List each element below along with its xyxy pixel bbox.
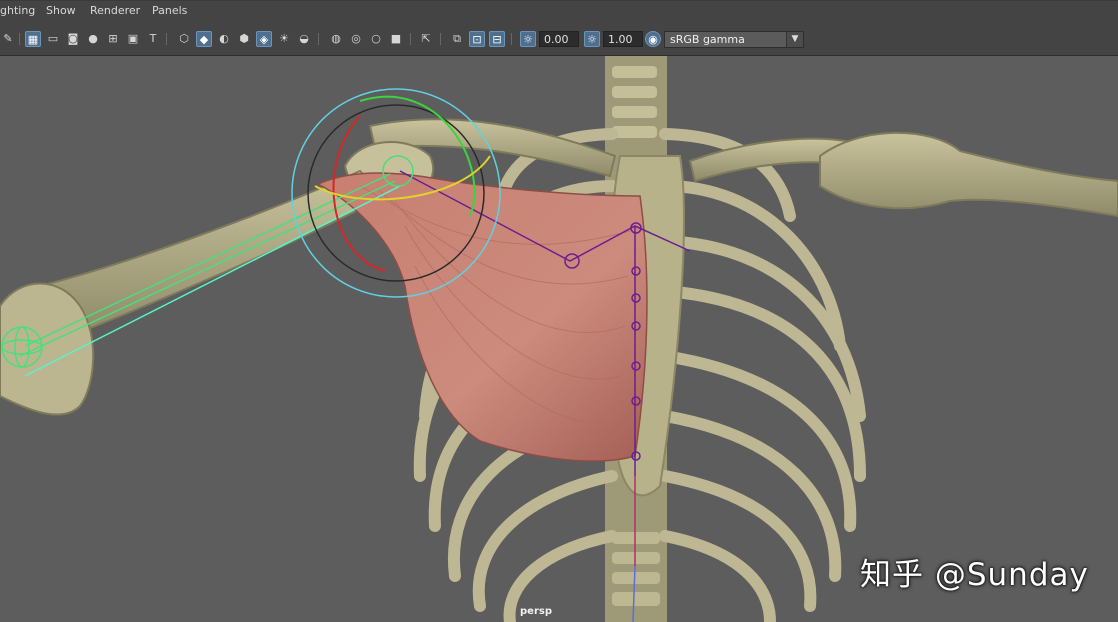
wireframe-on-shaded-icon[interactable]: ⬢ (236, 31, 252, 47)
maya-window: ghting Show Renderer Panels ✎ ▦ ▭ ◙ ● ⊞ … (0, 0, 1118, 622)
viewport-scene[interactable] (0, 56, 1118, 622)
viewport-menubar: ghting Show Renderer Panels (0, 0, 1118, 22)
resolution-gate-icon[interactable]: ◙ (65, 31, 81, 47)
safe-title-icon[interactable]: T (145, 31, 161, 47)
exposure-field[interactable]: 0.00 (539, 31, 579, 47)
color-space-value: sRGB gamma (670, 33, 745, 46)
film-gate-icon[interactable]: ▭ (45, 31, 61, 47)
xray-joints-icon[interactable]: ⧉ (449, 31, 465, 47)
3d-viewport[interactable] (0, 56, 1118, 622)
wireframe-icon[interactable]: ⬡ (176, 31, 192, 47)
toolbar-divider (511, 33, 512, 45)
xray-icon[interactable]: ◈ (256, 31, 272, 47)
toolbar-divider (19, 33, 20, 45)
field-chart-icon[interactable]: ⊞ (105, 31, 121, 47)
grid-icon[interactable]: ▦ (25, 31, 41, 47)
watermark: 知乎 @Sunday (860, 557, 1089, 593)
select-camera-icon[interactable]: ✎ (0, 31, 16, 47)
exposure-toggle-icon[interactable]: ☼ (520, 31, 536, 47)
rib-cage-right (659, 128, 866, 622)
camera-name: persp (520, 606, 552, 617)
view-transform-icon[interactable]: ⊟ (489, 31, 505, 47)
right-humerus (819, 131, 1118, 218)
gamma-toggle-icon[interactable]: ☼ (584, 31, 600, 47)
default-material-icon[interactable]: ◐ (216, 31, 232, 47)
xray-active-icon[interactable]: ⊡ (469, 31, 485, 47)
depth-of-field-icon[interactable]: ■ (388, 31, 404, 47)
menu-renderer[interactable]: Renderer (90, 4, 140, 17)
shadows-icon[interactable]: ◒ (296, 31, 312, 47)
gamma-field[interactable]: 1.00 (603, 31, 643, 47)
toolbar-divider (318, 33, 319, 45)
menu-lighting[interactable]: ghting (0, 4, 35, 17)
toolbar-divider (410, 33, 411, 45)
smooth-shade-icon[interactable]: ◆ (196, 31, 212, 47)
color-management-icon[interactable]: ◉ (645, 31, 661, 47)
toolbar-divider (440, 33, 441, 45)
pectoralis-major-muscle[interactable] (316, 172, 648, 462)
isolate-select-icon[interactable]: ⇱ (418, 31, 434, 47)
gate-mask-icon[interactable]: ● (85, 31, 101, 47)
menu-show[interactable]: Show (46, 4, 76, 17)
multisample-aa-icon[interactable]: ○ (368, 31, 384, 47)
motion-blur-icon[interactable]: ◎ (348, 31, 364, 47)
safe-action-icon[interactable]: ▣ (125, 31, 141, 47)
chevron-down-icon[interactable]: ▼ (786, 32, 803, 47)
color-space-dropdown[interactable]: sRGB gamma ▼ (664, 31, 804, 48)
lights-icon[interactable]: ☀ (276, 31, 292, 47)
viewport-toolbar: ✎ ▦ ▭ ◙ ● ⊞ ▣ T ⬡ ◆ ◐ ⬢ ◈ ☀ ◒ ◍ ◎ ○ ■ ⇱ … (0, 22, 1118, 56)
screen-space-ao-icon[interactable]: ◍ (328, 31, 344, 47)
toolbar-divider (166, 33, 167, 45)
menu-panels[interactable]: Panels (152, 4, 187, 17)
